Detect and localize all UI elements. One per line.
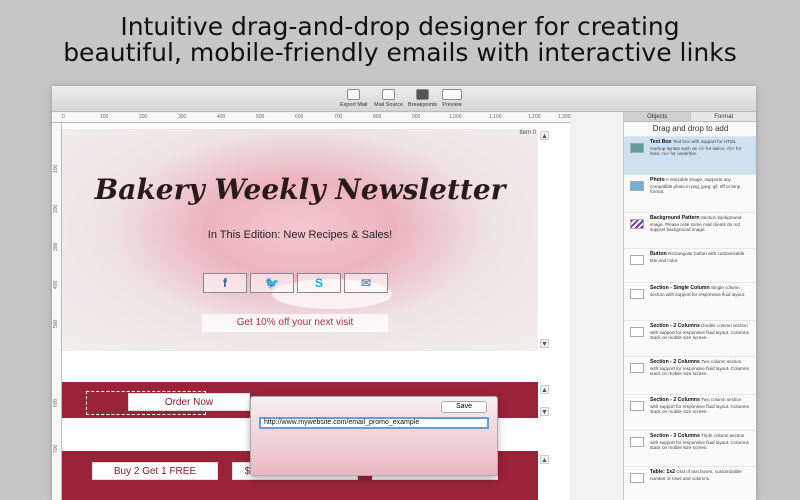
ruler-tick: 400 [217, 114, 226, 120]
preview-button[interactable]: Preview [442, 89, 462, 108]
object-title: Section - Single Column [650, 285, 710, 291]
ruler-tick: 1,200 [528, 114, 541, 120]
preview-icon [442, 89, 462, 100]
ruler-tick: 400 [53, 280, 59, 289]
move-down-icon[interactable]: ▼ [540, 407, 549, 416]
move-up-icon[interactable]: ▲ [540, 385, 549, 394]
object-button[interactable]: Button Rectangular button with customiza… [624, 248, 756, 282]
hero-title[interactable]: Bakery Weekly Newsletter [62, 173, 538, 206]
object-section-two-columns[interactable]: Section - 2 Columns Two column section w… [624, 394, 756, 430]
mail-source-label: Mail Source [374, 102, 404, 108]
move-down-icon[interactable]: ▼ [540, 339, 549, 348]
ruler-tick: 900 [412, 114, 421, 120]
export-mail-label: Export Mail [340, 102, 368, 108]
marketing-headline: Intuitive drag-and-drop designer for cre… [0, 14, 800, 66]
tab-format[interactable]: Format [690, 112, 756, 122]
offer-banner[interactable]: Get 10% off your next visit [202, 314, 388, 332]
ruler-tick: 200 [53, 204, 59, 213]
object-title: Photo [650, 177, 665, 183]
object-title: Text Box [650, 139, 672, 145]
ruler-tick: 0 [62, 114, 65, 120]
hero-section[interactable]: Item 0 Bakery Weekly Newsletter In This … [62, 129, 538, 351]
ruler-tick: 700 [334, 114, 343, 120]
object-section-single-column[interactable]: Section - Single Column Single column se… [624, 282, 756, 320]
two-column-icon [630, 327, 644, 337]
tab-objects[interactable]: Objects [624, 112, 691, 122]
skype-icon[interactable]: S [297, 273, 341, 293]
two-column-icon [630, 363, 644, 373]
ruler-tick: 300 [178, 114, 187, 120]
object-table[interactable]: Table: 1x2 Grid of text boxes, customiza… [624, 466, 756, 500]
source-icon [382, 89, 396, 100]
object-section-three-columns[interactable]: Section - 3 Columns Triple column sectio… [624, 430, 756, 466]
export-icon [347, 89, 361, 100]
ruler-tick: 300 [53, 242, 59, 251]
text-box-icon [630, 143, 644, 153]
vertical-ruler: 100 200 300 400 500 600 700 [52, 123, 62, 500]
object-section-two-columns[interactable]: Section - 2 Columns Double column sectio… [624, 320, 756, 356]
toolbar: Export Mail Mail Source Breakpoints Prev… [52, 86, 756, 112]
export-mail-button[interactable]: Export Mail [340, 89, 368, 108]
ruler-tick: 1,100 [489, 114, 502, 120]
breakpoints-button[interactable]: Breakpoints [408, 89, 437, 108]
ruler-tick: 600 [53, 398, 59, 407]
inspector-panel: Objects Format Drag and drop to add Text… [623, 112, 756, 500]
move-up-icon[interactable]: ▲ [540, 455, 549, 464]
button-icon [630, 255, 644, 265]
object-title: Section - 2 Columns [650, 359, 700, 365]
item-label: Item 0 [519, 130, 536, 136]
photo-icon [630, 181, 644, 191]
facebook-icon[interactable]: f [203, 273, 247, 293]
two-column-icon [630, 401, 644, 411]
object-title: Section - 3 Columns [650, 433, 700, 439]
hero-subtitle[interactable]: In This Edition: New Recipes & Sales! [62, 229, 538, 241]
ruler-tick: 800 [373, 114, 382, 120]
three-column-icon [630, 437, 644, 447]
horizontal-ruler: 0 100 200 300 400 500 600 700 800 900 1,… [52, 113, 571, 123]
object-title: Section - 2 Columns [650, 397, 700, 403]
ruler-tick: 600 [295, 114, 304, 120]
object-background-pattern[interactable]: Background Pattern Section background im… [624, 212, 756, 248]
ruler-tick: 1,300 [558, 114, 571, 120]
app-window: Export Mail Mail Source Breakpoints Prev… [52, 86, 756, 500]
object-title: Button [650, 251, 667, 257]
object-title: Background Pattern [650, 215, 700, 221]
preview-label: Preview [442, 102, 462, 108]
headline-line-2: beautiful, mobile-friendly emails with i… [63, 38, 737, 67]
object-title: Section - 2 Columns [650, 323, 700, 329]
mail-icon[interactable]: ✉ [344, 273, 388, 293]
breakpoints-label: Breakpoints [408, 102, 438, 108]
headline-line-1: Intuitive drag-and-drop designer for cre… [120, 12, 680, 41]
object-photo[interactable]: Photo A resizable image, supports any co… [624, 174, 756, 212]
save-link-button[interactable]: Save [441, 401, 487, 413]
mail-source-button[interactable]: Mail Source [374, 89, 403, 108]
link-editor-popup: Save http://www.mywebsite.com/email_prom… [250, 396, 498, 476]
object-text-box[interactable]: Text Box Text box with support for HTML … [624, 136, 756, 174]
link-url-input[interactable]: http://www.mywebsite.com/email_promo_exa… [259, 417, 489, 429]
move-up-icon[interactable]: ▲ [540, 131, 549, 140]
ruler-tick: 100 [100, 114, 109, 120]
ruler-tick: 500 [53, 319, 59, 328]
ruler-tick: 200 [139, 114, 148, 120]
pattern-icon [630, 219, 644, 229]
ruler-tick: 1,000 [449, 114, 462, 120]
breakpoints-icon [416, 89, 430, 100]
single-column-icon [630, 289, 644, 299]
inspector-tabs: Objects Format [624, 112, 756, 122]
ruler-tick: 700 [53, 444, 59, 453]
object-section-two-columns[interactable]: Section - 2 Columns Two column section w… [624, 356, 756, 394]
object-title: Table: 1x2 [650, 469, 675, 475]
inspector-heading: Drag and drop to add [652, 124, 729, 133]
ruler-tick: 500 [256, 114, 265, 120]
ruler-tick: 100 [53, 164, 59, 173]
promo-button-1[interactable]: Buy 2 Get 1 FREE [92, 462, 218, 480]
table-icon [630, 473, 644, 483]
twitter-icon[interactable]: 🐦 [250, 273, 294, 293]
order-now-button[interactable]: Order Now [128, 393, 250, 411]
email-canvas[interactable]: Item 0 Bakery Weekly Newsletter In This … [62, 123, 570, 500]
